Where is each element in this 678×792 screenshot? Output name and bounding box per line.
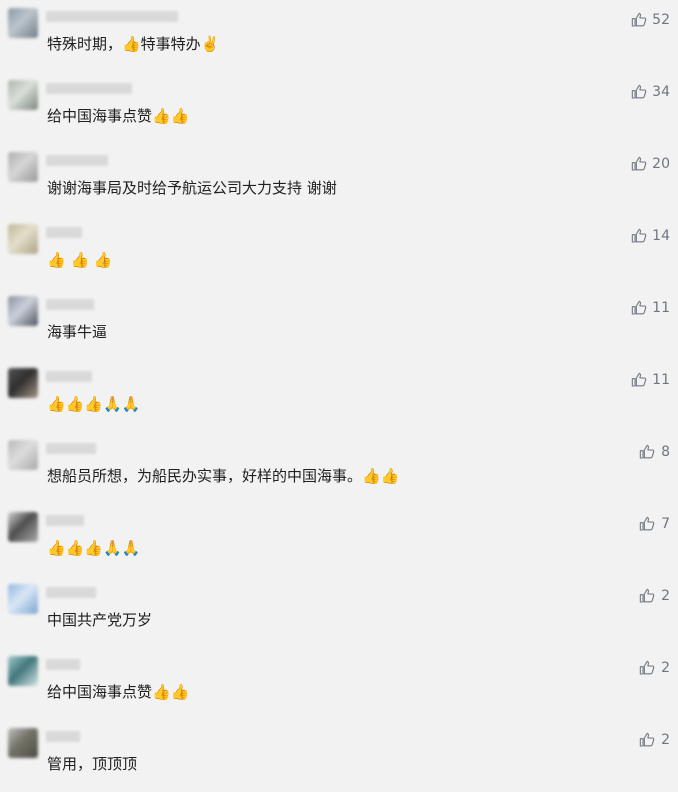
comment-item: 特殊时期，👍特事特办✌️ 52 (0, 0, 678, 72)
like-button[interactable]: 52 (631, 10, 670, 30)
like-button[interactable]: 8 (639, 442, 670, 462)
like-count: 8 (661, 444, 670, 460)
like-count: 7 (661, 516, 670, 532)
like-button[interactable]: 34 (631, 82, 670, 102)
comment-text: 👍👍👍🙏🙏 (47, 539, 141, 557)
like-button[interactable]: 2 (639, 658, 670, 678)
username-placeholder[interactable] (46, 227, 82, 238)
like-count: 2 (661, 660, 670, 676)
username-placeholder[interactable] (46, 371, 92, 382)
thumb-up-icon (639, 588, 655, 603)
comment-text: 👍 👍 👍 (47, 251, 113, 269)
comment-item: 谢谢海事局及时给予航运公司大力支持 谢谢 20 (0, 144, 678, 216)
like-button[interactable]: 20 (631, 154, 670, 174)
comment-item: 给中国海事点赞👍👍 34 (0, 72, 678, 144)
comment-item: 管用，顶顶顶 2 (0, 720, 678, 792)
username-placeholder[interactable] (46, 155, 108, 166)
username-placeholder[interactable] (46, 659, 80, 670)
username-placeholder[interactable] (46, 443, 96, 454)
username-placeholder[interactable] (46, 587, 96, 598)
username-placeholder[interactable] (46, 299, 94, 310)
comment-text: 管用，顶顶顶 (47, 755, 138, 773)
like-count: 11 (652, 300, 670, 316)
like-button[interactable]: 2 (639, 730, 670, 750)
comment-text: 👍👍👍🙏🙏 (47, 395, 141, 413)
thumb-up-icon (631, 84, 647, 99)
avatar[interactable] (8, 440, 38, 470)
thumb-up-icon (631, 300, 647, 315)
username-placeholder[interactable] (46, 731, 80, 742)
thumb-up-icon (639, 444, 655, 459)
thumb-up-icon (639, 516, 655, 531)
comment-text: 给中国海事点赞👍👍 (47, 683, 190, 701)
avatar[interactable] (8, 656, 38, 686)
username-placeholder[interactable] (46, 515, 84, 526)
avatar[interactable] (8, 584, 38, 614)
avatar[interactable] (8, 224, 38, 254)
comment-item: 👍👍👍🙏🙏 7 (0, 504, 678, 576)
comment-text: 海事牛逼 (47, 323, 108, 341)
avatar[interactable] (8, 80, 38, 110)
like-button[interactable]: 14 (631, 226, 670, 246)
thumb-up-icon (631, 372, 647, 387)
avatar[interactable] (8, 728, 38, 758)
username-placeholder[interactable] (46, 11, 178, 22)
comment-list: 特殊时期，👍特事特办✌️ 52 给中国海事点赞👍👍 34 谢谢海事局及时给予航运… (0, 0, 678, 788)
like-button[interactable]: 2 (639, 586, 670, 606)
thumb-up-icon (631, 12, 647, 27)
comment-item: 中国共产党万岁 2 (0, 576, 678, 648)
like-button[interactable]: 7 (639, 514, 670, 534)
like-button[interactable]: 11 (631, 370, 670, 390)
like-count: 2 (661, 732, 670, 748)
thumb-up-icon (631, 228, 647, 243)
comment-text: 谢谢海事局及时给予航运公司大力支持 谢谢 (47, 179, 337, 197)
like-count: 11 (652, 372, 670, 388)
comment-item: 👍👍👍🙏🙏 11 (0, 360, 678, 432)
avatar[interactable] (8, 8, 38, 38)
like-count: 52 (652, 12, 670, 28)
comment-text: 想船员所想，为船民办实事，好样的中国海事。👍👍 (47, 467, 400, 485)
like-button[interactable]: 11 (631, 298, 670, 318)
like-count: 14 (652, 228, 670, 244)
comment-text: 中国共产党万岁 (47, 611, 153, 629)
comment-text: 特殊时期，👍特事特办✌️ (47, 35, 220, 53)
comment-item: 海事牛逼 11 (0, 288, 678, 360)
thumb-up-icon (639, 660, 655, 675)
username-placeholder[interactable] (46, 83, 132, 94)
like-count: 2 (661, 588, 670, 604)
avatar[interactable] (8, 512, 38, 542)
avatar[interactable] (8, 296, 38, 326)
avatar[interactable] (8, 152, 38, 182)
comment-text: 给中国海事点赞👍👍 (47, 107, 190, 125)
comment-item: 👍 👍 👍 14 (0, 216, 678, 288)
thumb-up-icon (631, 156, 647, 171)
comment-item: 给中国海事点赞👍👍 2 (0, 648, 678, 720)
like-count: 34 (652, 84, 670, 100)
thumb-up-icon (639, 732, 655, 747)
like-count: 20 (652, 156, 670, 172)
avatar[interactable] (8, 368, 38, 398)
comment-item: 想船员所想，为船民办实事，好样的中国海事。👍👍 8 (0, 432, 678, 504)
